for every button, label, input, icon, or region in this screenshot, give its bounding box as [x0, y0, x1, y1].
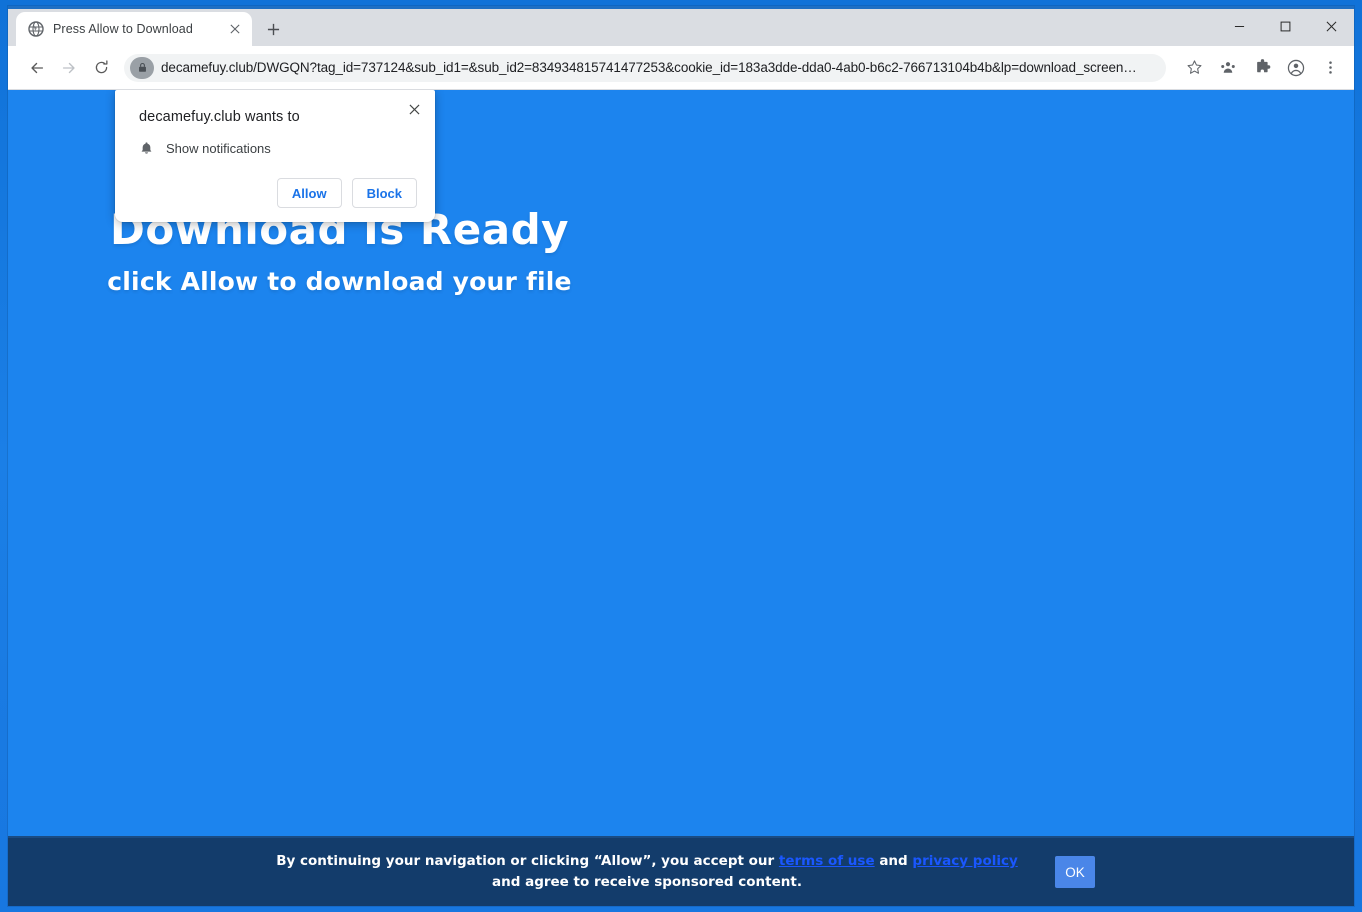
bookmark-star-icon[interactable]	[1180, 54, 1208, 82]
dialog-title: decamefuy.club wants to	[139, 109, 300, 125]
permission-label: Show notifications	[166, 141, 271, 156]
privacy-policy-link[interactable]: privacy policy	[912, 853, 1017, 869]
site-information-button[interactable]	[130, 56, 154, 79]
window-controls	[1216, 6, 1354, 46]
people-icon	[1221, 61, 1235, 73]
browser-window: Press Allow to Download decamefuy.club/D…	[8, 6, 1354, 906]
profile-switcher-icon[interactable]	[1214, 54, 1242, 82]
close-icon	[409, 104, 419, 114]
account-avatar-icon[interactable]	[1282, 54, 1310, 82]
dialog-actions: Allow Block	[133, 178, 417, 208]
browser-toolbar: decamefuy.club/DWGQN?tag_id=737124&sub_i…	[8, 46, 1354, 90]
minimize-icon	[1234, 25, 1244, 27]
plus-icon	[267, 23, 279, 35]
window-minimize-button[interactable]	[1216, 6, 1262, 46]
consent-banner: By continuing your navigation or clickin…	[8, 836, 1354, 906]
arrow-left-icon	[31, 62, 44, 73]
page-subtitle: click Allow to download your file	[107, 267, 572, 297]
consent-text: By continuing your navigation or clickin…	[267, 851, 1027, 893]
new-tab-button[interactable]	[258, 14, 288, 44]
notification-permission-dialog: decamefuy.club wants to Show notificatio…	[115, 90, 435, 222]
window-maximize-button[interactable]	[1262, 6, 1308, 46]
terms-of-use-link[interactable]: terms of use	[779, 853, 875, 869]
window-close-button[interactable]	[1308, 6, 1354, 46]
window-close-icon	[1326, 21, 1336, 31]
lock-icon	[138, 62, 146, 72]
block-button[interactable]: Block	[351, 178, 417, 208]
reload-button[interactable]	[86, 53, 116, 83]
tab-close-icon[interactable]	[226, 20, 244, 38]
dialog-close-button[interactable]	[403, 98, 425, 120]
star-icon	[1187, 60, 1201, 74]
url-text: decamefuy.club/DWGQN?tag_id=737124&sub_i…	[161, 60, 1137, 75]
forward-button[interactable]	[54, 53, 84, 83]
globe-icon	[28, 21, 44, 37]
maximize-icon	[1280, 21, 1290, 31]
tab-strip: Press Allow to Download	[8, 6, 1354, 46]
extensions-icon[interactable]	[1248, 54, 1276, 82]
address-bar[interactable]: decamefuy.club/DWGQN?tag_id=737124&sub_i…	[124, 53, 1166, 82]
consent-text-part-1: By continuing your navigation or clickin…	[276, 853, 779, 870]
close-glyph	[230, 24, 240, 34]
permission-row: Show notifications	[139, 141, 417, 156]
puzzle-piece-icon	[1256, 59, 1270, 73]
browser-tab[interactable]: Press Allow to Download	[16, 12, 252, 46]
consent-text-part-2: and	[874, 853, 913, 870]
bell-icon	[141, 142, 152, 154]
allow-button[interactable]: Allow	[276, 178, 342, 208]
desktop-background: Press Allow to Download decamefuy.club/D…	[0, 0, 1362, 912]
page-viewport: Download Is Ready click Allow to downloa…	[8, 90, 1354, 906]
reload-icon	[95, 60, 107, 74]
account-circle-icon	[1287, 59, 1305, 76]
consent-ok-button[interactable]: OK	[1055, 856, 1095, 888]
consent-text-part-3: and agree to receive sponsored content.	[492, 874, 802, 890]
more-vertical-icon	[1328, 61, 1332, 74]
tab-title: Press Allow to Download	[53, 22, 193, 36]
three-dot-menu-icon[interactable]	[1316, 54, 1344, 82]
arrow-right-icon	[62, 62, 75, 73]
back-button[interactable]	[22, 53, 52, 83]
